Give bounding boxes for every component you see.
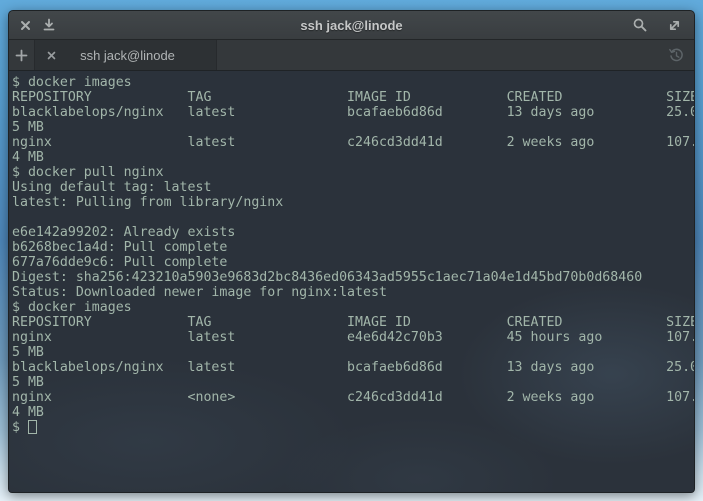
terminal-output: $ docker images REPOSITORY TAG IMAGE ID … <box>12 75 694 420</box>
tabbar-empty-space <box>217 40 658 70</box>
window-title: ssh jack@linode <box>9 18 694 33</box>
expand-icon <box>667 18 682 33</box>
history-button[interactable] <box>658 40 694 70</box>
expand-button[interactable] <box>664 15 684 35</box>
search-icon <box>632 17 648 33</box>
tab-ssh-jack-linode[interactable]: ssh jack@linode <box>35 40 217 70</box>
desktop-wallpaper: ssh jack@linode <box>0 0 703 501</box>
terminal-window: ssh jack@linode <box>8 10 695 493</box>
plus-icon <box>15 49 28 62</box>
close-icon <box>19 19 32 32</box>
titlebar[interactable]: ssh jack@linode <box>9 11 694 40</box>
shell-prompt: $ <box>12 420 28 435</box>
new-tab-button[interactable] <box>9 40 35 70</box>
close-icon <box>46 50 57 61</box>
download-button[interactable] <box>39 15 59 35</box>
tab-label: ssh jack@linode <box>59 48 208 63</box>
terminal-prompt-line: $ <box>12 420 694 435</box>
close-button[interactable] <box>15 15 35 35</box>
terminal-cursor <box>28 420 37 434</box>
tab-close-button[interactable] <box>43 47 59 63</box>
terminal-screen[interactable]: $ docker images REPOSITORY TAG IMAGE ID … <box>9 71 694 492</box>
titlebar-left-controls <box>9 15 59 35</box>
download-icon <box>42 18 56 32</box>
history-clock-icon <box>668 47 685 64</box>
tab-bar: ssh jack@linode <box>9 40 694 71</box>
search-button[interactable] <box>630 15 650 35</box>
titlebar-right-controls <box>630 15 694 35</box>
